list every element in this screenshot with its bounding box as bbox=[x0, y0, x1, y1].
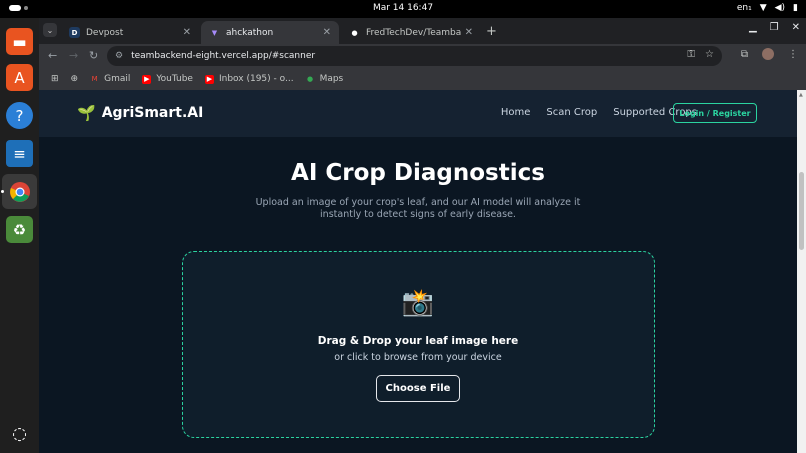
files-icon[interactable]: ▬ bbox=[6, 28, 33, 55]
site-info-icon[interactable]: ⚙ bbox=[115, 51, 123, 61]
battery-icon: ▮ bbox=[793, 3, 798, 13]
page-scrollbar[interactable]: ▲ bbox=[797, 90, 806, 453]
minimize-icon[interactable]: ▁ bbox=[749, 22, 757, 33]
system-clock[interactable]: Mar 14 16:47 bbox=[0, 3, 806, 13]
brand-logo[interactable]: 🌱 AgriSmart.AI bbox=[77, 104, 203, 122]
omnibox-actions: ⚿ ☆ bbox=[687, 49, 714, 60]
browser-toolbar: ← → ↻ ⚙ teambackend-eight.vercel.app/#sc… bbox=[39, 44, 806, 68]
nav-links: Home Scan Crop Supported Crops bbox=[501, 107, 697, 118]
bookmark-maps[interactable]: ● Maps bbox=[306, 74, 344, 84]
toolbar-right: ⧉ ⋮ bbox=[741, 48, 798, 60]
system-top-bar: Mar 14 16:47 en₁ ▼ ◀) ▮ bbox=[0, 0, 806, 18]
bookmark-gmail[interactable]: M Gmail bbox=[90, 74, 131, 84]
system-tray[interactable]: en₁ ▼ ◀) ▮ bbox=[737, 3, 798, 13]
page-title: AI Crop Diagnostics bbox=[291, 160, 545, 186]
reload-icon[interactable]: ↻ bbox=[89, 49, 98, 62]
nav-link-home[interactable]: Home bbox=[501, 107, 531, 118]
choose-file-button[interactable]: Choose File bbox=[376, 375, 460, 402]
camera-icon: 📸 bbox=[401, 288, 435, 318]
bookmarks-bar: ⊞ ⊕ M Gmail ▶ YouTube ▶ Inbox (195) - o.… bbox=[39, 68, 806, 90]
tab-ahckathon[interactable]: ▼ ahckathon ✕ bbox=[201, 21, 339, 44]
browser-window: ⌄ D Devpost ✕ ▼ ahckathon ✕ ● FredTechDe… bbox=[39, 18, 806, 90]
restore-icon[interactable]: ❐ bbox=[770, 22, 779, 33]
devpost-favicon-icon: D bbox=[69, 27, 80, 38]
dropzone-subtitle: or click to browse from your device bbox=[334, 352, 502, 363]
volume-icon: ◀) bbox=[774, 3, 786, 13]
scroll-up-icon[interactable]: ▲ bbox=[799, 92, 803, 98]
show-apps-icon[interactable]: ◌ bbox=[6, 420, 33, 447]
forward-icon[interactable]: → bbox=[69, 49, 78, 62]
chrome-logo-icon bbox=[9, 181, 30, 202]
address-bar[interactable]: ⚙ teambackend-eight.vercel.app/#scanner … bbox=[107, 46, 722, 66]
running-app-indicator bbox=[1, 190, 4, 193]
new-tab-icon[interactable]: + bbox=[486, 24, 497, 39]
chrome-icon[interactable] bbox=[2, 174, 37, 209]
tab-title: FredTechDev/Teambacke bbox=[366, 27, 461, 38]
tab-title: ahckathon bbox=[226, 27, 274, 38]
bookmark-label: Gmail bbox=[104, 74, 131, 84]
tab-github[interactable]: ● FredTechDev/Teambacke ✕ bbox=[341, 21, 481, 44]
maps-pin-icon: ● bbox=[307, 75, 314, 83]
github-favicon-icon: ● bbox=[351, 28, 358, 37]
profile-avatar[interactable] bbox=[762, 48, 774, 60]
chevron-down-icon: ⌄ bbox=[46, 25, 54, 35]
login-register-button[interactable]: Login / Register bbox=[673, 103, 757, 123]
apps-grid-icon[interactable]: ⊞ bbox=[51, 74, 59, 84]
bookmark-inbox[interactable]: ▶ Inbox (195) - o... bbox=[204, 74, 294, 84]
writer-icon[interactable]: ≡ bbox=[6, 140, 33, 167]
site-navbar: 🌱 AgriSmart.AI Home Scan Crop Supported … bbox=[39, 90, 797, 137]
tab-devpost[interactable]: D Devpost ✕ bbox=[61, 21, 199, 44]
help-icon[interactable]: ? bbox=[6, 102, 33, 129]
dropzone-title: Drag & Drop your leaf image here bbox=[317, 335, 519, 347]
youtube-icon: ▶ bbox=[204, 74, 214, 84]
page-subtitle: Upload an image of your crop's leaf, and… bbox=[255, 197, 581, 220]
sprout-icon: 🌱 bbox=[77, 104, 96, 122]
vercel-favicon-icon: ▼ bbox=[211, 28, 218, 37]
upload-dropzone[interactable]: 📸 Drag & Drop your leaf image here or cl… bbox=[182, 251, 655, 438]
nav-link-scan-crop[interactable]: Scan Crop bbox=[546, 107, 597, 118]
tab-search-button[interactable]: ⌄ bbox=[43, 23, 57, 37]
trash-icon[interactable]: ♻ bbox=[6, 216, 33, 243]
wifi-icon: ▼ bbox=[759, 3, 767, 13]
bookmark-label: YouTube bbox=[156, 74, 193, 84]
url-text[interactable]: teambackend-eight.vercel.app/#scanner bbox=[131, 51, 315, 61]
bookmark-youtube[interactable]: ▶ YouTube bbox=[142, 74, 193, 84]
menu-icon[interactable]: ⋮ bbox=[788, 49, 798, 60]
close-tab-icon[interactable]: ✕ bbox=[183, 27, 191, 38]
dock: ▬ A ? ≡ ♻ ◌ bbox=[0, 18, 39, 453]
window-controls: ▁ ❐ ✕ bbox=[749, 22, 800, 33]
close-window-icon[interactable]: ✕ bbox=[792, 22, 800, 33]
brand-name: AgriSmart.AI bbox=[101, 105, 204, 121]
youtube-icon: ▶ bbox=[142, 74, 152, 84]
bookmark-star-icon[interactable]: ☆ bbox=[705, 49, 714, 60]
gmail-icon: M bbox=[91, 75, 98, 83]
extensions-icon[interactable]: ⧉ bbox=[741, 49, 748, 60]
page-viewport: 🌱 AgriSmart.AI Home Scan Crop Supported … bbox=[39, 90, 806, 453]
tab-title: Devpost bbox=[86, 27, 124, 38]
app-center-icon[interactable]: A bbox=[6, 64, 33, 91]
globe-icon[interactable]: ⊕ bbox=[71, 74, 79, 84]
password-key-icon[interactable]: ⚿ bbox=[687, 49, 695, 60]
input-language-indicator[interactable]: en₁ bbox=[737, 3, 752, 13]
close-tab-icon[interactable]: ✕ bbox=[465, 27, 473, 38]
tab-strip: ⌄ D Devpost ✕ ▼ ahckathon ✕ ● FredTechDe… bbox=[39, 18, 806, 44]
back-icon[interactable]: ← bbox=[48, 49, 57, 62]
bookmark-label: Inbox (195) - o... bbox=[218, 74, 294, 84]
scrollbar-thumb[interactable] bbox=[799, 172, 804, 250]
close-tab-icon[interactable]: ✕ bbox=[323, 27, 331, 38]
bookmark-label: Maps bbox=[319, 74, 344, 84]
